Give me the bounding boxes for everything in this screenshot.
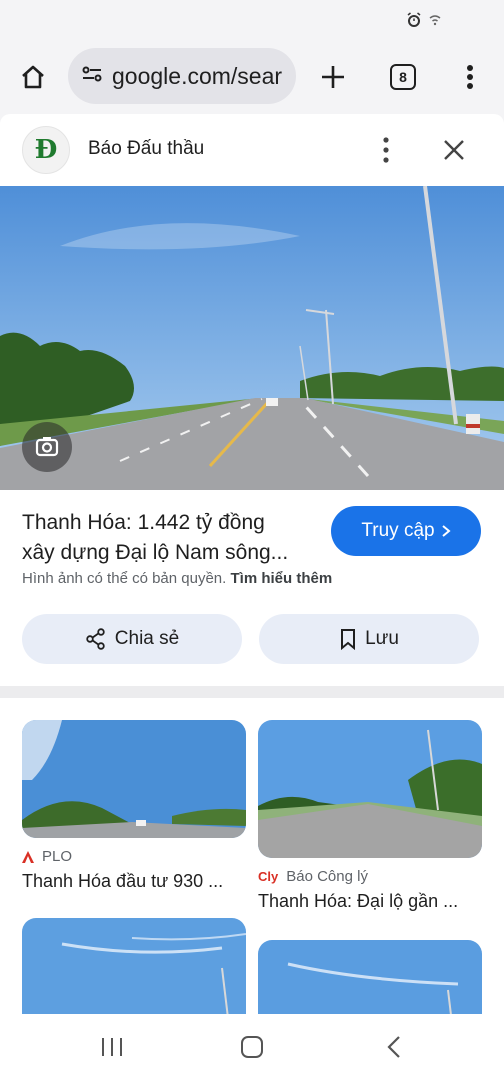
share-icon — [86, 628, 105, 650]
tab-count: 8 — [390, 64, 416, 90]
visit-button[interactable]: Truy cập — [331, 506, 481, 556]
home-icon — [22, 65, 44, 89]
close-button[interactable] — [440, 136, 468, 169]
back-chevron-icon — [387, 1036, 400, 1058]
copyright-text: Hình ảnh có thể có bản quyền. — [22, 570, 227, 587]
home-square-icon — [241, 1036, 263, 1058]
related-image[interactable] — [258, 720, 482, 858]
plo-logo-icon — [22, 850, 34, 863]
site-logo: Đ — [22, 126, 70, 174]
main-image[interactable] — [0, 186, 504, 490]
result-title-line2: xây dựng Đại lộ Nam sông... — [22, 541, 289, 564]
lens-button[interactable] — [22, 422, 72, 472]
save-label: Lưu — [365, 628, 399, 649]
visit-label: Truy cập — [361, 520, 435, 541]
system-nav-bar — [0, 1014, 504, 1080]
card-source: PLO — [22, 848, 246, 865]
card-source-label: PLO — [42, 848, 73, 865]
camera-lens-icon — [35, 437, 59, 457]
related-card[interactable] — [258, 940, 482, 1014]
more-vert-icon — [467, 65, 473, 89]
tab-switcher-button[interactable]: 8 — [380, 54, 426, 100]
plus-icon — [322, 66, 344, 88]
alarm-icon — [406, 12, 422, 33]
bookmark-icon — [341, 629, 356, 650]
card-title[interactable]: Thanh Hóa: Đại lộ gần ... — [258, 891, 482, 912]
close-icon — [444, 140, 464, 160]
card-source: Cly Báo Công lý — [258, 868, 482, 885]
chevron-right-icon — [441, 525, 451, 537]
cly-logo-icon: Cly — [258, 869, 279, 884]
result-title[interactable]: Thanh Hóa: 1.442 tỷ đồng xây dựng Đại lộ… — [22, 508, 322, 568]
back-button[interactable] — [374, 1030, 414, 1064]
wifi-icon — [428, 13, 442, 32]
card-source-label: Báo Công lý — [286, 868, 368, 885]
browser-toolbar: google.com/sear 8 — [0, 44, 504, 110]
related-image[interactable] — [22, 720, 246, 838]
related-card[interactable]: PLO Thanh Hóa đầu tư 930 ... — [22, 720, 246, 892]
copyright-notice: Hình ảnh có thể có bản quyền. Tìm hiểu t… — [22, 570, 332, 587]
home-nav-button[interactable] — [232, 1030, 272, 1064]
url-text[interactable]: google.com/sear — [112, 63, 282, 90]
share-button[interactable]: Chia sẻ — [22, 614, 242, 664]
related-image[interactable] — [258, 940, 482, 1014]
menu-button[interactable] — [447, 54, 493, 100]
section-divider — [0, 686, 504, 698]
related-image[interactable] — [22, 918, 246, 1014]
related-card[interactable]: Cly Báo Công lý Thanh Hóa: Đại lộ gần ..… — [258, 720, 482, 912]
share-label: Chia sẻ — [114, 628, 180, 649]
learn-more-link[interactable]: Tìm hiểu thêm — [231, 570, 333, 587]
panel-header: Đ Báo Đấu thầu — [0, 114, 504, 186]
panel-menu-button[interactable] — [376, 136, 396, 169]
address-bar[interactable]: google.com/sear — [68, 48, 296, 104]
more-vert-icon — [383, 137, 389, 163]
image-detail-panel: Đ Báo Đấu thầu Thanh Hóa: 1.442 tỷ đồng … — [0, 114, 504, 688]
site-name[interactable]: Báo Đấu thầu — [88, 138, 204, 160]
related-card[interactable] — [22, 918, 246, 1014]
site-settings-icon[interactable] — [80, 62, 104, 91]
recents-icon — [102, 1038, 122, 1056]
card-title[interactable]: Thanh Hóa đầu tư 930 ... — [22, 871, 246, 892]
new-tab-button[interactable] — [310, 54, 356, 100]
recents-button[interactable] — [92, 1030, 132, 1064]
home-button[interactable] — [10, 54, 56, 100]
save-button[interactable]: Lưu — [259, 614, 479, 664]
result-title-line1: Thanh Hóa: 1.442 tỷ đồng — [22, 511, 265, 534]
related-images-grid: PLO Thanh Hóa đầu tư 930 ... Cly Báo Côn… — [0, 698, 504, 1014]
status-bar — [0, 0, 504, 44]
